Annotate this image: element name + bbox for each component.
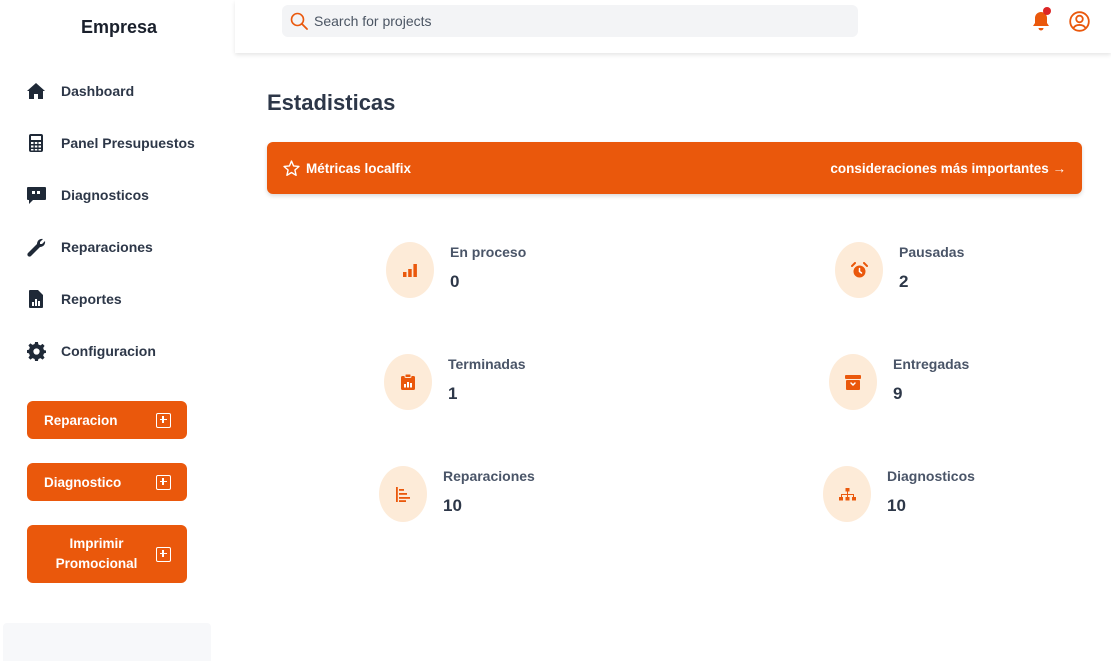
sidebar: Empresa Dashboard Panel Presupuestos Dia… bbox=[0, 0, 213, 661]
stat-label: Pausadas bbox=[899, 244, 965, 260]
notification-dot bbox=[1043, 7, 1051, 15]
plus-square-icon bbox=[156, 474, 171, 490]
stat-value: 10 bbox=[887, 496, 906, 515]
metrics-banner[interactable]: Métricas localfix consideraciones más im… bbox=[267, 142, 1082, 194]
search-input[interactable] bbox=[314, 13, 814, 29]
clipboard-chart-icon bbox=[384, 354, 432, 410]
stat-value: 10 bbox=[443, 496, 462, 515]
report-file-icon bbox=[26, 289, 46, 309]
plus-square-icon bbox=[156, 412, 171, 428]
button-label: Reparacion bbox=[44, 412, 118, 428]
sidebar-item-label: Reparaciones bbox=[61, 239, 153, 255]
sidebar-item-reportes[interactable]: Reportes bbox=[26, 287, 122, 311]
search-box[interactable] bbox=[282, 5, 858, 37]
search-icon bbox=[290, 12, 308, 30]
imprimir-promocional-button[interactable]: Imprimir Promocional bbox=[27, 525, 187, 583]
diagnostico-button[interactable]: Diagnostico bbox=[27, 463, 187, 501]
archive-box-icon bbox=[829, 354, 877, 410]
page-title: Estadisticas bbox=[267, 90, 396, 115]
gear-icon bbox=[26, 341, 46, 361]
stat-label: En proceso bbox=[450, 244, 527, 260]
stat-reparaciones: Reparaciones 10 bbox=[379, 466, 535, 522]
stat-en-proceso: En proceso 0 bbox=[386, 242, 526, 298]
plus-square-icon bbox=[156, 546, 171, 562]
stat-label: Entregadas bbox=[893, 356, 970, 372]
sidebar-item-label: Dashboard bbox=[61, 83, 135, 99]
sidebar-item-label: Diagnosticos bbox=[61, 187, 149, 203]
button-label: Imprimir Promocional bbox=[55, 536, 138, 571]
stat-label: Terminadas bbox=[448, 356, 526, 372]
stat-label: Reparaciones bbox=[443, 468, 535, 484]
stat-entregadas: Entregadas 9 bbox=[829, 354, 969, 410]
user-profile-icon[interactable] bbox=[1069, 11, 1090, 32]
stat-value: 1 bbox=[448, 384, 458, 403]
sidebar-item-label: Panel Presupuestos bbox=[61, 135, 195, 151]
banner-link[interactable]: consideraciones más importantes → bbox=[830, 161, 1066, 176]
wrench-icon bbox=[26, 237, 46, 257]
home-icon bbox=[26, 81, 46, 101]
stat-diagnosticos: Diagnosticos 10 bbox=[823, 466, 975, 522]
sidebar-item-configuracion[interactable]: Configuracion bbox=[26, 339, 156, 363]
sidebar-item-label: Reportes bbox=[61, 291, 122, 307]
stat-value: 0 bbox=[450, 272, 460, 291]
topbar bbox=[235, 0, 1111, 53]
banner-left: Métricas localfix bbox=[283, 160, 411, 176]
bar-chart-icon bbox=[386, 242, 434, 298]
sidebar-footer bbox=[3, 623, 211, 661]
list-tree-icon bbox=[379, 466, 427, 522]
reparacion-button[interactable]: Reparacion bbox=[27, 401, 187, 439]
button-label: Diagnostico bbox=[44, 474, 122, 490]
sidebar-item-panel-presupuestos[interactable]: Panel Presupuestos bbox=[26, 131, 195, 155]
stat-pausadas: Pausadas 2 bbox=[835, 242, 964, 298]
star-icon bbox=[283, 160, 300, 176]
stat-terminadas: Terminadas 1 bbox=[384, 354, 526, 410]
alarm-clock-icon bbox=[835, 242, 883, 298]
sidebar-item-diagnosticos[interactable]: Diagnosticos bbox=[26, 183, 149, 207]
brand-name: Empresa bbox=[80, 17, 158, 37]
stat-value: 9 bbox=[893, 384, 903, 403]
sitemap-icon bbox=[823, 466, 871, 522]
stat-value: 2 bbox=[899, 272, 909, 291]
calculator-icon bbox=[26, 133, 46, 153]
sidebar-item-dashboard[interactable]: Dashboard bbox=[26, 79, 134, 103]
sidebar-item-label: Configuracion bbox=[61, 343, 156, 359]
banner-title: Métricas localfix bbox=[306, 160, 412, 176]
quote-bubble-icon bbox=[26, 185, 46, 205]
sidebar-item-reparaciones[interactable]: Reparaciones bbox=[26, 235, 153, 259]
stat-label: Diagnosticos bbox=[887, 468, 975, 484]
